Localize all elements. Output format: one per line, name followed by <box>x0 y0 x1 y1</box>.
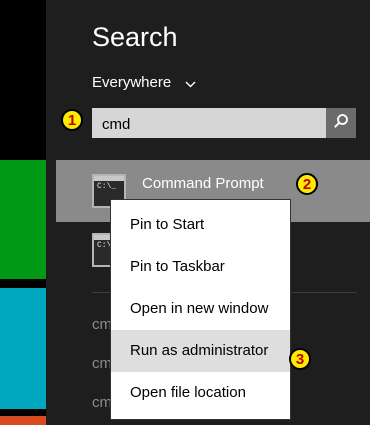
start-screen-edge <box>0 0 46 425</box>
start-tile-green[interactable] <box>0 160 46 279</box>
search-button[interactable] <box>326 108 356 138</box>
menu-item-open-file-location[interactable]: Open file location <box>111 372 290 414</box>
step-badge-2: 2 <box>296 173 318 195</box>
start-tile-teal[interactable] <box>0 288 46 409</box>
search-icon <box>333 113 349 134</box>
search-input[interactable] <box>100 113 324 135</box>
menu-item-open-new-window[interactable]: Open in new window <box>111 288 290 330</box>
start-tile-orange[interactable] <box>0 416 46 425</box>
search-title: Search <box>92 22 178 52</box>
menu-item-pin-to-start[interactable]: Pin to Start <box>111 204 290 246</box>
chevron-down-icon <box>185 75 196 92</box>
search-box <box>92 108 356 138</box>
menu-item-pin-to-taskbar[interactable]: Pin to Taskbar <box>111 246 290 288</box>
context-menu: Pin to Start Pin to Taskbar Open in new … <box>110 199 291 420</box>
menu-item-run-as-administrator[interactable]: Run as administrator <box>111 330 290 372</box>
search-scope-dropdown[interactable]: Everywhere <box>92 74 196 92</box>
step-badge-1: 1 <box>61 109 83 131</box>
step-badge-3: 3 <box>289 348 311 370</box>
result-label: Command Prompt <box>142 175 264 192</box>
search-scope-label: Everywhere <box>92 74 172 91</box>
